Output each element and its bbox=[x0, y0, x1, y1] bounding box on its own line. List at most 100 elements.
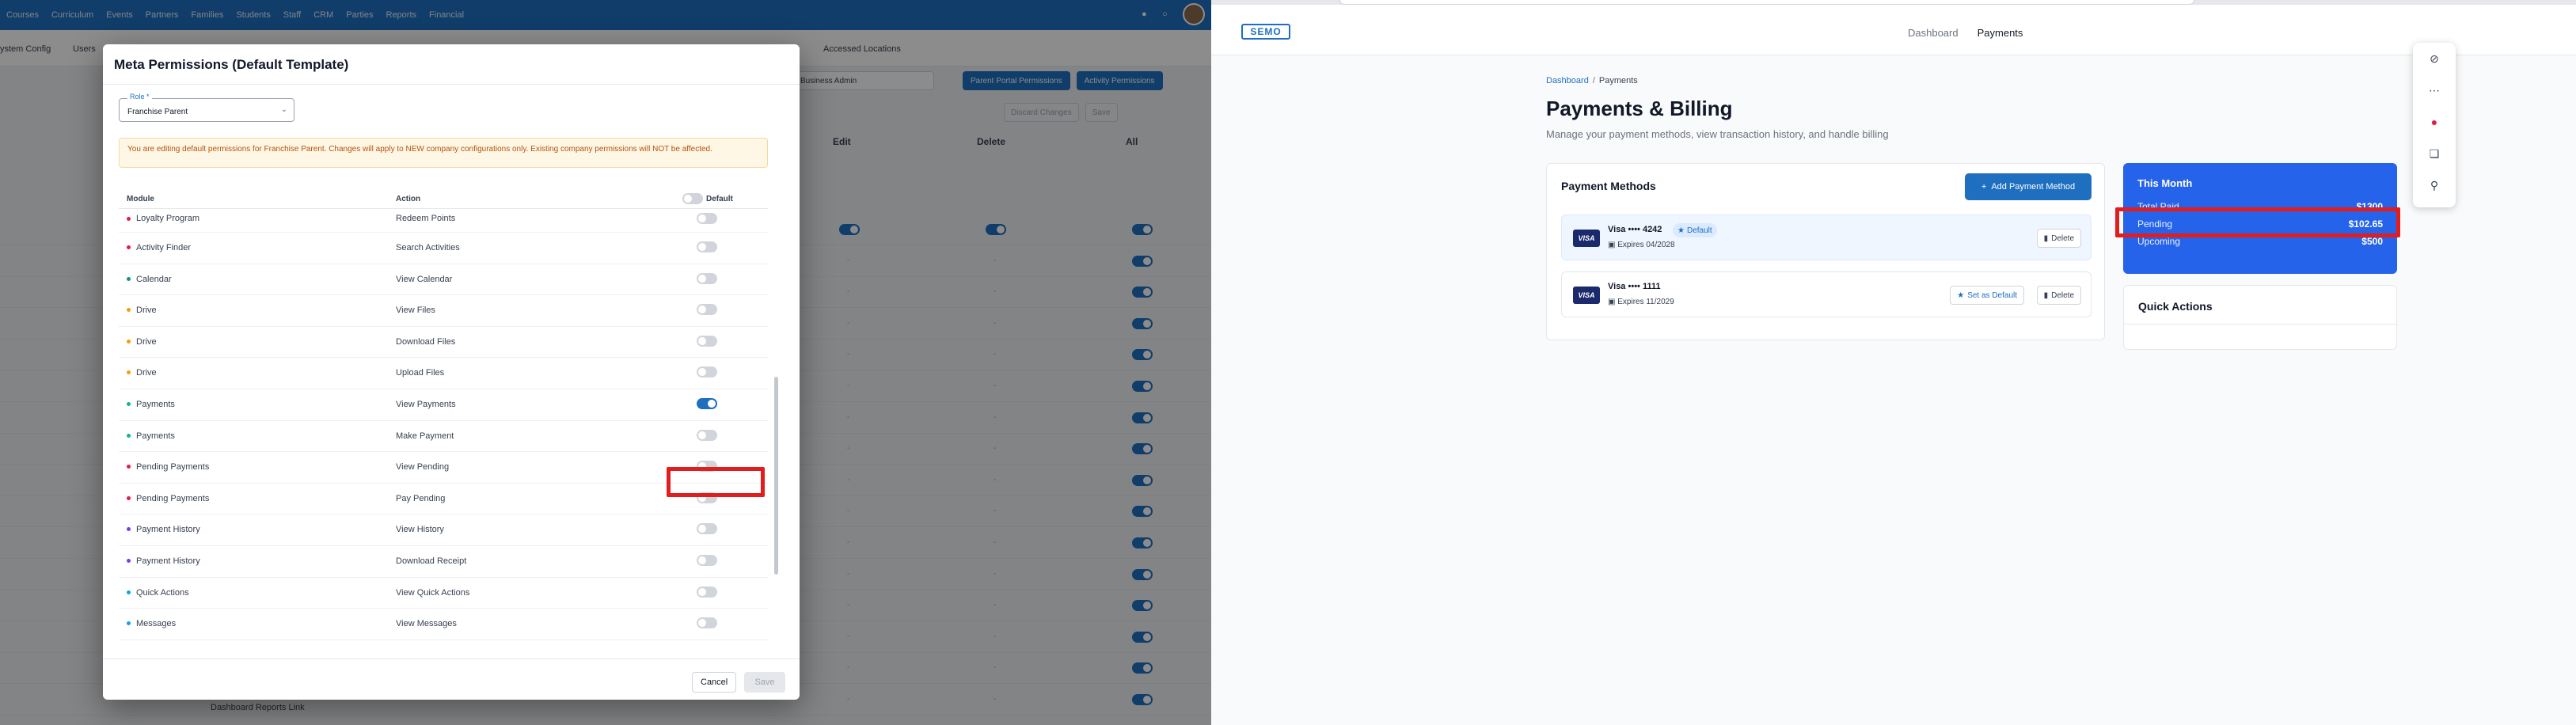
module-name: Loyalty Program bbox=[136, 214, 200, 223]
default-toggle[interactable] bbox=[697, 397, 717, 409]
action-name: View Calendar bbox=[396, 274, 453, 284]
card-expiry-text: Expires 04/2028 bbox=[1617, 241, 1675, 249]
default-toggle[interactable] bbox=[697, 335, 717, 347]
plus-icon: + bbox=[1981, 182, 1987, 192]
action-name: Search Activities bbox=[396, 243, 460, 252]
role-select[interactable]: Role * Franchise Parent ⌄ bbox=[119, 93, 294, 122]
default-header-toggle[interactable] bbox=[682, 193, 703, 204]
module-name: Messages bbox=[136, 619, 177, 629]
default-toggle[interactable] bbox=[697, 429, 717, 441]
header: SEMO Dashboard Payments bbox=[1211, 5, 2576, 55]
nav-payments[interactable]: Payments bbox=[1978, 27, 2023, 39]
delete-label: Delete bbox=[2051, 233, 2074, 243]
star-icon: ★ bbox=[1957, 290, 1965, 300]
page-title: Payments & Billing bbox=[1546, 97, 1733, 120]
eye-off-icon[interactable]: ⊘ bbox=[2426, 51, 2442, 66]
divider bbox=[103, 84, 800, 85]
modal-footer: Cancel Save bbox=[103, 659, 800, 700]
more-icon[interactable]: ⋯ bbox=[2426, 82, 2442, 98]
default-toggle[interactable] bbox=[697, 304, 717, 316]
action-name: Download Files bbox=[396, 336, 456, 347]
permission-row: Drive Upload Files bbox=[119, 358, 768, 389]
module-name: Payment History bbox=[136, 525, 200, 535]
action-name: View Messages bbox=[396, 619, 457, 629]
module-name: Pending Payments bbox=[136, 493, 210, 503]
module-dot-icon bbox=[127, 308, 131, 313]
permission-row: Messages View Messages bbox=[119, 609, 768, 640]
copy-icon[interactable]: ❏ bbox=[2426, 146, 2442, 161]
permission-row: Payments Make Payment bbox=[119, 421, 768, 453]
module-name: Payments bbox=[136, 431, 175, 441]
default-toggle[interactable] bbox=[697, 586, 717, 598]
module-name: Quick Actions bbox=[136, 587, 189, 598]
meta-permissions-modal: Meta Permissions (Default Template) Role… bbox=[103, 44, 800, 700]
permission-list: Loyalty Program Redeem Points Activity Fin… bbox=[119, 211, 768, 640]
breadcrumb-current: Payments bbox=[1598, 76, 1638, 85]
col-action: Action bbox=[396, 195, 421, 203]
module-dot-icon bbox=[127, 621, 131, 626]
payment-card-row: VISA Visa •••• 1111 ▣ Expires 11/2029 ★ S… bbox=[1561, 271, 2092, 317]
action-name: View Quick Actions bbox=[396, 587, 470, 598]
card-expiry: ▣ Expires 04/2028 bbox=[1608, 241, 1675, 249]
delete-label: Delete bbox=[2051, 290, 2074, 300]
floating-toolbar: ⊘ ⋯ ● ❏ ⚲ bbox=[2413, 43, 2456, 207]
permission-row: Loyalty Program Redeem Points bbox=[119, 211, 768, 233]
module-dot-icon bbox=[127, 527, 131, 532]
calendar-icon: ▣ bbox=[1608, 298, 1618, 306]
right-app-window: SEMO Dashboard Payments Dashboard / Paymen… bbox=[1211, 0, 2576, 725]
default-toggle[interactable] bbox=[697, 554, 717, 566]
list-scrollbar[interactable] bbox=[774, 377, 778, 575]
breadcrumb-dashboard[interactable]: Dashboard bbox=[1546, 76, 1589, 85]
default-toggle[interactable] bbox=[697, 241, 717, 252]
breadcrumb: Dashboard / Payments bbox=[1546, 76, 1638, 85]
delete-button[interactable]: ▮ Delete bbox=[2036, 229, 2081, 248]
default-toggle[interactable] bbox=[697, 523, 717, 535]
set-as-default-button[interactable]: ★ Set as Default bbox=[1950, 286, 2024, 305]
add-payment-method-button[interactable]: + Add Payment Method bbox=[1965, 173, 2092, 200]
module-dot-icon bbox=[127, 276, 131, 281]
header-nav: Dashboard Payments bbox=[1908, 27, 2023, 39]
action-name: Download Receipt bbox=[396, 556, 467, 566]
delete-button[interactable]: ▮ Delete bbox=[2036, 286, 2081, 305]
permission-row: Payment History View History bbox=[119, 514, 768, 546]
quick-actions-card: Quick Actions bbox=[2123, 285, 2398, 350]
module-dot-icon bbox=[127, 401, 131, 406]
trash-icon: ▮ bbox=[2043, 290, 2049, 300]
trash-icon: ▮ bbox=[2043, 233, 2049, 243]
upcoming-label: Upcoming bbox=[2137, 236, 2181, 247]
action-name: Make Payment bbox=[396, 431, 454, 441]
highlight-box-pending bbox=[2115, 207, 2400, 237]
color-wheel-icon[interactable]: ● bbox=[2426, 114, 2442, 130]
role-value: Franchise Parent bbox=[127, 108, 188, 116]
module-name: Payments bbox=[136, 399, 175, 409]
this-month-title: This Month bbox=[2137, 177, 2193, 189]
card-expiry: ▣ Expires 11/2029 bbox=[1608, 298, 1674, 306]
card-name: Visa •••• 4242 bbox=[1608, 225, 1662, 234]
module-name: Drive bbox=[136, 306, 157, 316]
default-toggle[interactable] bbox=[697, 617, 717, 629]
cancel-button[interactable]: Cancel bbox=[692, 672, 737, 693]
visa-logo: VISA bbox=[1573, 230, 1600, 247]
default-toggle[interactable] bbox=[697, 366, 717, 378]
module-dot-icon bbox=[127, 558, 131, 563]
action-name: View History bbox=[396, 525, 444, 535]
nav-dashboard[interactable]: Dashboard bbox=[1908, 27, 1959, 39]
default-toggle[interactable] bbox=[697, 213, 717, 224]
module-dot-icon bbox=[127, 495, 131, 500]
role-label: Role * bbox=[127, 93, 152, 101]
permission-row: Payments View Payments bbox=[119, 389, 768, 421]
chevron-down-icon: ⌄ bbox=[280, 105, 287, 114]
search-icon[interactable]: ⚲ bbox=[2426, 177, 2442, 193]
left-app-window: Courses Curriculum Events Partners Families S… bbox=[0, 0, 1211, 725]
logo[interactable]: SEMO bbox=[1241, 24, 1290, 40]
quick-actions-title: Quick Actions bbox=[2138, 300, 2213, 313]
module-dot-icon bbox=[127, 433, 131, 438]
card-name: Visa •••• 1111 bbox=[1608, 282, 1661, 291]
visa-logo: VISA bbox=[1573, 287, 1600, 304]
default-toggle[interactable] bbox=[697, 272, 717, 284]
calendar-icon: ▣ bbox=[1608, 241, 1618, 249]
col-default: Default bbox=[706, 195, 733, 203]
save-button[interactable]: Save bbox=[744, 672, 785, 693]
action-name: View Files bbox=[396, 306, 435, 316]
permission-row: Activity Finder Search Activities bbox=[119, 233, 768, 264]
